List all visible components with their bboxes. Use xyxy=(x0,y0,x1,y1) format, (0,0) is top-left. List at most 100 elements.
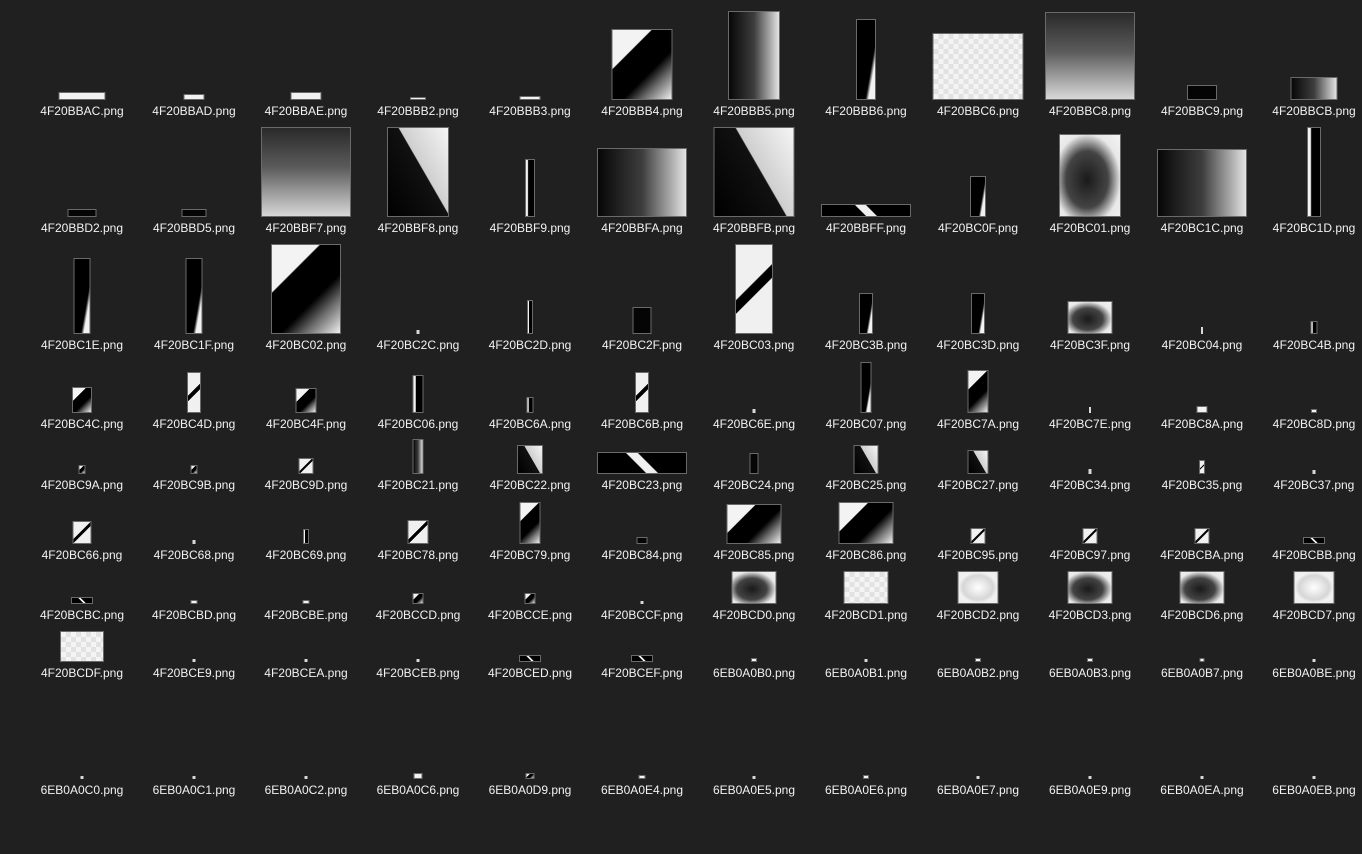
file-thumbnail xyxy=(749,453,759,474)
file-item[interactable]: 4F20BBC8.png xyxy=(1034,0,1146,120)
file-item[interactable]: 4F20BBC9.png xyxy=(1146,0,1258,120)
file-item[interactable]: 4F20BBFF.png xyxy=(810,120,922,240)
file-item[interactable]: 4F20BBF9.png xyxy=(474,120,586,240)
file-item[interactable]: 6EB0A0E5.png xyxy=(698,734,810,854)
file-item[interactable]: 4F20BC4B.png xyxy=(1258,240,1362,360)
file-name-label: 4F20BBB3.png xyxy=(489,104,571,118)
file-item[interactable]: 4F20BC04.png xyxy=(1146,240,1258,360)
file-item[interactable]: 4F20BC1E.png xyxy=(26,240,138,360)
file-item[interactable]: 6EB0A0EA.png xyxy=(1146,734,1258,854)
file-item[interactable]: 6EB0A0B0.png xyxy=(698,616,810,736)
file-item[interactable]: 4F20BBAC.png xyxy=(26,0,138,120)
file-item[interactable]: 4F20BBB2.png xyxy=(362,0,474,120)
file-name-label: 4F20BCE9.png xyxy=(152,666,236,680)
file-item[interactable]: 4F20BBF7.png xyxy=(250,120,362,240)
file-item[interactable]: 4F20BC2C.png xyxy=(362,240,474,360)
file-item[interactable]: 4F20BC1D.png xyxy=(1258,120,1362,240)
file-item[interactable]: 6EB0A0C2.png xyxy=(250,734,362,854)
file-item[interactable]: 4F20BC3D.png xyxy=(922,240,1034,360)
file-item[interactable]: 4F20BC02.png xyxy=(250,240,362,360)
file-name-label: 6EB0A0B3.png xyxy=(1048,666,1132,680)
file-item[interactable]: 6EB0A0EB.png xyxy=(1258,734,1362,854)
file-name-label: 4F20BC37.png xyxy=(1273,478,1355,492)
file-item[interactable]: 6EB0A0C1.png xyxy=(138,734,250,854)
file-thumbnail xyxy=(524,593,536,604)
file-item[interactable]: 4F20BC03.png xyxy=(698,240,810,360)
file-item[interactable]: 4F20BCE9.png xyxy=(138,616,250,736)
file-name-label: 4F20BC9D.png xyxy=(264,478,348,492)
file-name-label: 4F20BC35.png xyxy=(1161,478,1243,492)
file-item[interactable]: 4F20BC1C.png xyxy=(1146,120,1258,240)
file-name-label: 4F20BC8A.png xyxy=(1160,417,1244,431)
file-name-label: 4F20BC23.png xyxy=(601,478,683,492)
file-item[interactable]: 6EB0A0C6.png xyxy=(362,734,474,854)
file-item[interactable]: 4F20BBD2.png xyxy=(26,120,138,240)
file-item[interactable]: 4F20BBC6.png xyxy=(922,0,1034,120)
file-thumbnail xyxy=(752,409,756,413)
file-item[interactable]: 4F20BBFA.png xyxy=(586,120,698,240)
file-item[interactable]: 4F20BBAE.png xyxy=(250,0,362,120)
file-item[interactable]: 6EB0A0B1.png xyxy=(810,616,922,736)
file-thumbnail xyxy=(853,445,879,474)
file-name-label: 4F20BBFF.png xyxy=(825,221,907,235)
file-thumbnail xyxy=(1200,776,1204,779)
file-item[interactable]: 4F20BC1F.png xyxy=(138,240,250,360)
file-item[interactable]: 4F20BC0F.png xyxy=(922,120,1034,240)
file-item[interactable]: 4F20BC2F.png xyxy=(586,240,698,360)
file-item[interactable]: 4F20BC01.png xyxy=(1034,120,1146,240)
file-name-label: 6EB0A0D9.png xyxy=(488,783,572,797)
file-item[interactable]: 4F20BBF8.png xyxy=(362,120,474,240)
file-item[interactable]: 4F20BBB6.png xyxy=(810,0,922,120)
file-thumbnail xyxy=(640,601,644,604)
file-item[interactable]: 4F20BBFB.png xyxy=(698,120,810,240)
file-item[interactable]: 6EB0A0E4.png xyxy=(586,734,698,854)
file-item[interactable]: 6EB0A0C0.png xyxy=(26,734,138,854)
file-thumbnail xyxy=(525,159,535,217)
file-item[interactable]: 6EB0A0BE.png xyxy=(1258,616,1362,736)
file-item[interactable]: 4F20BC3F.png xyxy=(1034,240,1146,360)
file-item[interactable]: 6EB0A0E7.png xyxy=(922,734,1034,854)
file-thumbnail xyxy=(838,502,894,544)
file-name-label: 4F20BC0F.png xyxy=(937,221,1019,235)
file-item[interactable]: 4F20BBD5.png xyxy=(138,120,250,240)
file-name-label: 4F20BC3D.png xyxy=(936,338,1020,352)
file-item[interactable]: 6EB0A0E9.png xyxy=(1034,734,1146,854)
file-name-label: 4F20BC06.png xyxy=(377,417,459,431)
file-thumbnail xyxy=(1311,409,1317,413)
file-thumbnail xyxy=(416,330,420,334)
file-item[interactable]: 4F20BC3B.png xyxy=(810,240,922,360)
file-thumbnail xyxy=(60,631,104,662)
file-thumbnail xyxy=(517,445,543,474)
file-name-label: 4F20BC1D.png xyxy=(1272,221,1356,235)
file-thumbnail xyxy=(731,571,777,604)
file-thumbnail xyxy=(72,521,92,544)
file-item[interactable]: 4F20BCDF.png xyxy=(26,616,138,736)
file-name-label: 4F20BC7E.png xyxy=(1048,417,1132,431)
file-item[interactable]: 6EB0A0B2.png xyxy=(922,616,1034,736)
file-thumbnail xyxy=(527,300,533,334)
file-item[interactable]: 6EB0A0B3.png xyxy=(1034,616,1146,736)
file-item[interactable]: 4F20BCEA.png xyxy=(250,616,362,736)
file-thumbnail xyxy=(416,659,420,662)
file-thumbnail xyxy=(735,244,773,334)
file-thumbnail xyxy=(1187,85,1217,100)
file-thumbnail xyxy=(192,659,196,662)
file-thumbnail xyxy=(80,776,84,779)
file-item[interactable]: 4F20BBAD.png xyxy=(138,0,250,120)
file-item[interactable]: 4F20BBB4.png xyxy=(586,0,698,120)
file-name-label: 4F20BBB6.png xyxy=(825,104,907,118)
file-thumbnail xyxy=(1303,537,1325,544)
file-item[interactable]: 4F20BCEB.png xyxy=(362,616,474,736)
file-item[interactable]: 4F20BC2D.png xyxy=(474,240,586,360)
file-name-label: 6EB0A0E9.png xyxy=(1048,783,1132,797)
file-item[interactable]: 6EB0A0E6.png xyxy=(810,734,922,854)
file-thumbnail xyxy=(859,293,873,334)
file-item[interactable]: 4F20BCEF.png xyxy=(586,616,698,736)
file-item[interactable]: 4F20BBB3.png xyxy=(474,0,586,120)
file-item[interactable]: 4F20BBB5.png xyxy=(698,0,810,120)
file-item[interactable]: 4F20BCED.png xyxy=(474,616,586,736)
file-item[interactable]: 6EB0A0B7.png xyxy=(1146,616,1258,736)
file-item[interactable]: 6EB0A0D9.png xyxy=(474,734,586,854)
file-item[interactable]: 4F20BBCB.png xyxy=(1258,0,1362,120)
file-name-label: 6EB0A0EA.png xyxy=(1160,783,1244,797)
